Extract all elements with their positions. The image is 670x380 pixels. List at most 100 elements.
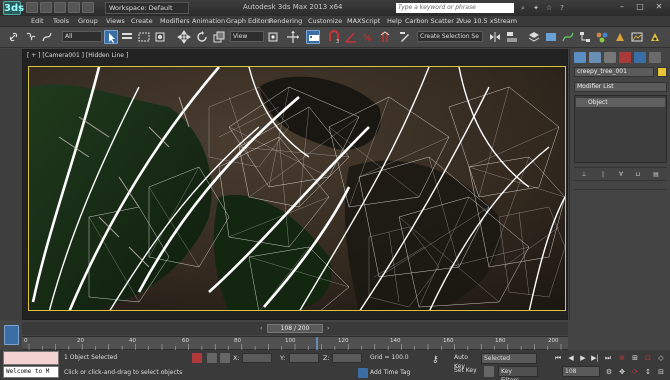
- render-production-icon[interactable]: [648, 30, 662, 44]
- select-and-scale-icon[interactable]: [212, 30, 226, 44]
- remove-modifier-icon[interactable]: ⊔: [633, 171, 643, 179]
- material-editor-icon[interactable]: [595, 30, 609, 44]
- viewport[interactable]: [ + ] [Camera001 ] [Hidden Line ]: [22, 49, 568, 320]
- close-icon[interactable]: ✕: [651, 0, 667, 14]
- dolly-camera-icon[interactable]: ↕: [643, 367, 653, 377]
- object-name-field[interactable]: creepy_tree_001: [574, 67, 654, 77]
- rectangular-selection-icon[interactable]: [137, 30, 151, 44]
- render-setup-icon[interactable]: [613, 30, 627, 44]
- menu-animation[interactable]: Animation: [192, 17, 225, 25]
- menu-views[interactable]: Views: [106, 17, 125, 25]
- time-slider[interactable]: 108 / 200: [267, 324, 323, 333]
- zoom-icon[interactable]: ⊕: [617, 353, 627, 363]
- unlink-icon[interactable]: [24, 30, 38, 44]
- utilities-tab-icon[interactable]: [649, 52, 661, 63]
- modifier-list-dropdown[interactable]: Modifier List: [574, 82, 667, 92]
- menu-create[interactable]: Create: [131, 17, 153, 25]
- mirror-icon[interactable]: [488, 30, 502, 44]
- previous-frame-icon[interactable]: ‹: [260, 325, 262, 332]
- menu-group[interactable]: Group: [78, 17, 98, 25]
- new-scene-icon[interactable]: [26, 2, 38, 13]
- make-unique-icon[interactable]: ∀: [616, 171, 626, 179]
- align-icon[interactable]: [505, 30, 519, 44]
- menu-edit[interactable]: Edit: [31, 17, 44, 25]
- zoom-extents-icon[interactable]: ⊡: [643, 353, 653, 363]
- graphite-ribbon-icon[interactable]: [544, 30, 558, 44]
- angle-snap-icon[interactable]: [344, 30, 358, 44]
- select-object-icon[interactable]: [104, 30, 118, 44]
- maxscript-mini-listener-input[interactable]: [3, 351, 59, 365]
- select-by-name-icon[interactable]: [120, 30, 134, 44]
- set-key-button[interactable]: Set Key: [452, 366, 480, 377]
- select-and-manipulate-icon[interactable]: [286, 30, 300, 44]
- undo-icon[interactable]: [68, 2, 80, 13]
- x-coordinate-field[interactable]: [242, 353, 272, 363]
- zoom-all-icon[interactable]: ⊞: [630, 353, 640, 363]
- keyboard-shortcut-override-icon[interactable]: [306, 30, 320, 44]
- select-and-link-icon[interactable]: [8, 30, 22, 44]
- timeline-ruler[interactable]: 0 20 40 60 80 100 120 140 160 180 200: [22, 336, 568, 350]
- search-input[interactable]: Type a keyword or phrase: [396, 3, 514, 13]
- configure-modifier-sets-icon[interactable]: ▤: [651, 171, 661, 179]
- modify-tab-icon[interactable]: [589, 52, 601, 63]
- time-configuration-icon[interactable]: ⚙: [604, 367, 614, 377]
- subscription-icon[interactable]: ✦: [531, 3, 541, 13]
- menu-graph-editors[interactable]: Graph Editors: [226, 17, 271, 25]
- y-coordinate-field[interactable]: [289, 353, 319, 363]
- isolate-selection-icon[interactable]: [192, 353, 202, 363]
- key-mode-dropdown[interactable]: Selected: [481, 353, 537, 364]
- save-file-icon[interactable]: [54, 2, 66, 13]
- previous-key-icon[interactable]: ◀: [566, 353, 576, 363]
- next-key-icon[interactable]: ▶|: [590, 353, 600, 363]
- edit-named-selection-icon[interactable]: [398, 30, 412, 44]
- help-icon[interactable]: ?: [557, 3, 567, 13]
- display-tab-icon[interactable]: [634, 52, 646, 63]
- workspace-dropdown[interactable]: Workspace: Default: [105, 2, 189, 14]
- orbit-camera-icon[interactable]: ⟳: [630, 367, 640, 377]
- maxscript-mini-listener-output[interactable]: Welcome to M: [3, 366, 59, 378]
- search-icon[interactable]: ⌕: [518, 3, 528, 13]
- menu-maxscript[interactable]: MAXScript: [347, 17, 380, 25]
- viewport-label[interactable]: [ + ] [Camera001 ] [Hidden Line ]: [27, 52, 128, 59]
- redo-icon[interactable]: [82, 2, 94, 13]
- pivot-center-icon[interactable]: [266, 30, 280, 44]
- named-selection-sets-dropdown[interactable]: Create Selection Se: [417, 31, 483, 42]
- truck-camera-icon[interactable]: ✥: [617, 367, 627, 377]
- open-mini-curve-editor-icon[interactable]: [4, 325, 19, 345]
- set-key-mode-icon[interactable]: ⚷: [432, 355, 439, 365]
- open-file-icon[interactable]: [40, 2, 52, 13]
- menu-help[interactable]: Help: [387, 17, 402, 25]
- menu-vue-xstream[interactable]: Vue 10.5 xStream: [459, 17, 517, 25]
- next-frame-icon[interactable]: ›: [327, 325, 329, 332]
- go-to-start-icon[interactable]: ⏮: [553, 353, 563, 363]
- pin-stack-icon[interactable]: ⊥: [579, 171, 589, 179]
- reference-coordinate-dropdown[interactable]: View: [230, 31, 264, 42]
- select-and-move-icon[interactable]: [177, 30, 191, 44]
- modifier-stack-item[interactable]: Object: [576, 98, 665, 107]
- time-tag-icon[interactable]: [358, 368, 368, 378]
- motion-tab-icon[interactable]: [619, 52, 631, 63]
- key-filters-button[interactable]: Key Filters...: [498, 366, 538, 380]
- create-tab-icon[interactable]: [574, 52, 586, 63]
- layer-manager-icon[interactable]: [527, 30, 541, 44]
- menu-modifiers[interactable]: Modifiers: [160, 17, 190, 25]
- z-coordinate-field[interactable]: [332, 353, 362, 363]
- window-crossing-icon[interactable]: [153, 30, 167, 44]
- time-slider-track[interactable]: 108 / 200 ‹ ›: [22, 322, 568, 335]
- menu-rendering[interactable]: Rendering: [269, 17, 302, 25]
- menu-tools[interactable]: Tools: [53, 17, 69, 25]
- select-and-rotate-icon[interactable]: [195, 30, 209, 44]
- rendered-frame-window-icon[interactable]: [630, 30, 644, 44]
- auto-key-button[interactable]: Auto Key: [452, 353, 480, 370]
- maximize-icon[interactable]: □: [632, 0, 648, 14]
- go-to-end-icon[interactable]: ⏭: [603, 353, 613, 363]
- communication-icon[interactable]: ☆: [544, 3, 554, 13]
- percent-snap-icon[interactable]: %: [361, 30, 375, 44]
- add-time-tag-button[interactable]: Add Time Tag: [370, 367, 426, 378]
- menu-customize[interactable]: Customize: [308, 17, 342, 25]
- minimize-icon[interactable]: –: [614, 0, 630, 14]
- selection-filter-dropdown[interactable]: All: [62, 31, 102, 42]
- camera-wireframe-view[interactable]: [29, 67, 566, 311]
- spinner-snap-icon[interactable]: [378, 30, 392, 44]
- snaps-toggle-icon[interactable]: 3: [327, 30, 341, 45]
